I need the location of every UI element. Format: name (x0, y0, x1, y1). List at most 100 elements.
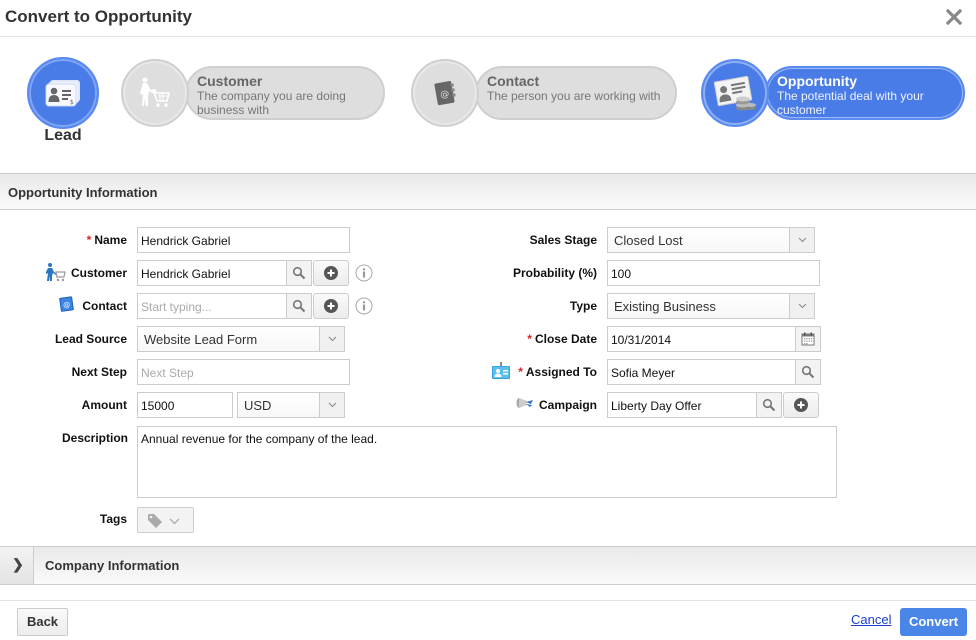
contact-label: Contact (82, 299, 127, 313)
field-next-step: Next Step Next Step (0, 359, 480, 385)
field-lead-source: Lead Source Website Lead Form (0, 326, 480, 352)
field-sales-stage: Sales Stage Closed Lost (480, 227, 976, 253)
chevron-down-icon (328, 402, 337, 408)
company-section-title: Company Information (45, 558, 180, 573)
shopper-cart-icon (140, 77, 171, 107)
step-opportunity-title: Opportunity (777, 73, 858, 89)
lead-card-icon: $ (45, 80, 80, 107)
next-step-label: Next Step (71, 365, 127, 379)
sales-stage-select[interactable]: Closed Lost (607, 227, 815, 253)
dialog-title: Convert to Opportunity (5, 7, 192, 26)
type-select[interactable]: Existing Business (607, 293, 815, 319)
svg-text:@: @ (440, 89, 451, 100)
search-icon (292, 266, 306, 280)
field-customer: Customer Hendrick Gabriel (0, 260, 480, 286)
field-campaign: Campaign Liberty Day Offer (480, 392, 976, 418)
contact-input[interactable]: Start typing... (137, 293, 287, 319)
tags-label: Tags (99, 512, 127, 526)
type-value: Existing Business (614, 299, 716, 314)
customer-input[interactable]: Hendrick Gabriel (137, 260, 287, 286)
lead-source-value: Website Lead Form (144, 332, 258, 347)
amount-input[interactable]: 15000 (137, 392, 233, 418)
search-icon (762, 398, 776, 412)
sales-stage-value: Closed Lost (614, 233, 683, 248)
field-contact: @ Contact Start typing... (0, 293, 480, 319)
required-marker: * (518, 365, 523, 379)
conversion-steps: $ Lead Customer The company you are doin… (0, 38, 976, 173)
close-button[interactable] (946, 9, 964, 27)
amount-label: Amount (81, 398, 127, 412)
probability-input[interactable]: 100 (607, 260, 820, 286)
step-customer[interactable]: Customer The company you are doing busin… (121, 59, 385, 127)
chevron-down-icon (798, 303, 807, 309)
step-opportunity[interactable]: Opportunity The potential deal with your… (701, 59, 965, 127)
close-icon (946, 9, 962, 25)
tags-dropdown-button[interactable] (137, 507, 194, 533)
customer-label: Customer (70, 266, 127, 280)
campaign-add-button[interactable] (783, 392, 819, 418)
back-button[interactable]: Back (17, 608, 68, 636)
plus-circle-icon (794, 398, 808, 412)
field-probability: Probability (%) 100 (480, 260, 976, 286)
address-book-icon: @ (434, 81, 456, 106)
calendar-icon (801, 332, 815, 346)
field-close-date: * Close Date 10/31/2014 (480, 326, 976, 352)
opportunity-section-header: Opportunity Information (0, 173, 976, 210)
convert-button[interactable]: Convert (900, 608, 967, 636)
tag-icon (148, 514, 162, 528)
megaphone-icon (516, 398, 533, 408)
chevron-down-icon (169, 518, 180, 525)
close-date-input[interactable]: 10/31/2014 (607, 326, 797, 352)
campaign-label: Campaign (538, 398, 597, 412)
contact-search-button[interactable] (286, 293, 312, 319)
info-icon[interactable] (355, 297, 373, 315)
dialog-footer: Back Cancel Convert (0, 600, 976, 640)
step-contact-description: The person you are working with (487, 89, 661, 103)
lead-source-select[interactable]: Website Lead Form (137, 326, 345, 352)
description-label: Description (61, 431, 128, 445)
step-contact[interactable]: @ Contact The person you are working wit… (411, 59, 677, 127)
field-type: Type Existing Business (480, 293, 976, 319)
customer-add-button[interactable] (313, 260, 349, 286)
customer-search-button[interactable] (286, 260, 312, 286)
lead-source-label: Lead Source (54, 332, 127, 346)
campaign-search-button[interactable] (756, 392, 782, 418)
assigned-to-search-button[interactable] (795, 359, 821, 385)
name-input[interactable]: Hendrick Gabriel (137, 227, 350, 253)
description-textarea[interactable]: Annual revenue for the company of the le… (137, 426, 837, 498)
company-section-header[interactable]: ❯ Company Information (0, 546, 976, 585)
step-opportunity-description: The potential deal with your customer (777, 89, 924, 117)
cancel-link[interactable]: Cancel (851, 612, 891, 627)
opportunity-card-coins-icon (713, 75, 756, 111)
plus-circle-icon (324, 299, 338, 313)
campaign-input[interactable]: Liberty Day Offer (607, 392, 757, 418)
company-section-toggle[interactable]: ❯ (0, 547, 34, 584)
plus-circle-icon (324, 266, 338, 280)
name-label: * Name (86, 233, 127, 247)
user-badge-icon (492, 362, 510, 379)
contact-book-icon: @ (59, 296, 74, 312)
currency-select[interactable]: USD (237, 392, 345, 418)
svg-text:$: $ (70, 99, 74, 106)
required-marker: * (527, 332, 532, 346)
next-step-input[interactable]: Next Step (137, 359, 350, 385)
search-icon (801, 365, 815, 379)
customer-icon (46, 263, 66, 282)
field-amount: Amount 15000 USD (0, 392, 480, 418)
probability-label: Probability (%) (512, 266, 597, 280)
step-lead-label: Lead (44, 127, 82, 144)
chevron-down-icon (328, 336, 337, 342)
required-marker: * (86, 233, 92, 247)
search-icon (292, 299, 306, 313)
step-lead: $ (27, 57, 99, 129)
currency-value: USD (244, 398, 272, 413)
assigned-to-label: * Assigned To (518, 365, 597, 379)
step-customer-description: The company you are doing business with (197, 89, 346, 117)
contact-add-button[interactable] (313, 293, 349, 319)
calendar-button[interactable] (795, 326, 821, 352)
chevron-down-icon (798, 237, 807, 243)
info-icon[interactable] (355, 264, 373, 282)
dialog-header: Convert to Opportunity (0, 0, 976, 37)
assigned-to-input[interactable]: Sofia Meyer (607, 359, 797, 385)
opportunity-section-title: Opportunity Information (8, 185, 158, 200)
